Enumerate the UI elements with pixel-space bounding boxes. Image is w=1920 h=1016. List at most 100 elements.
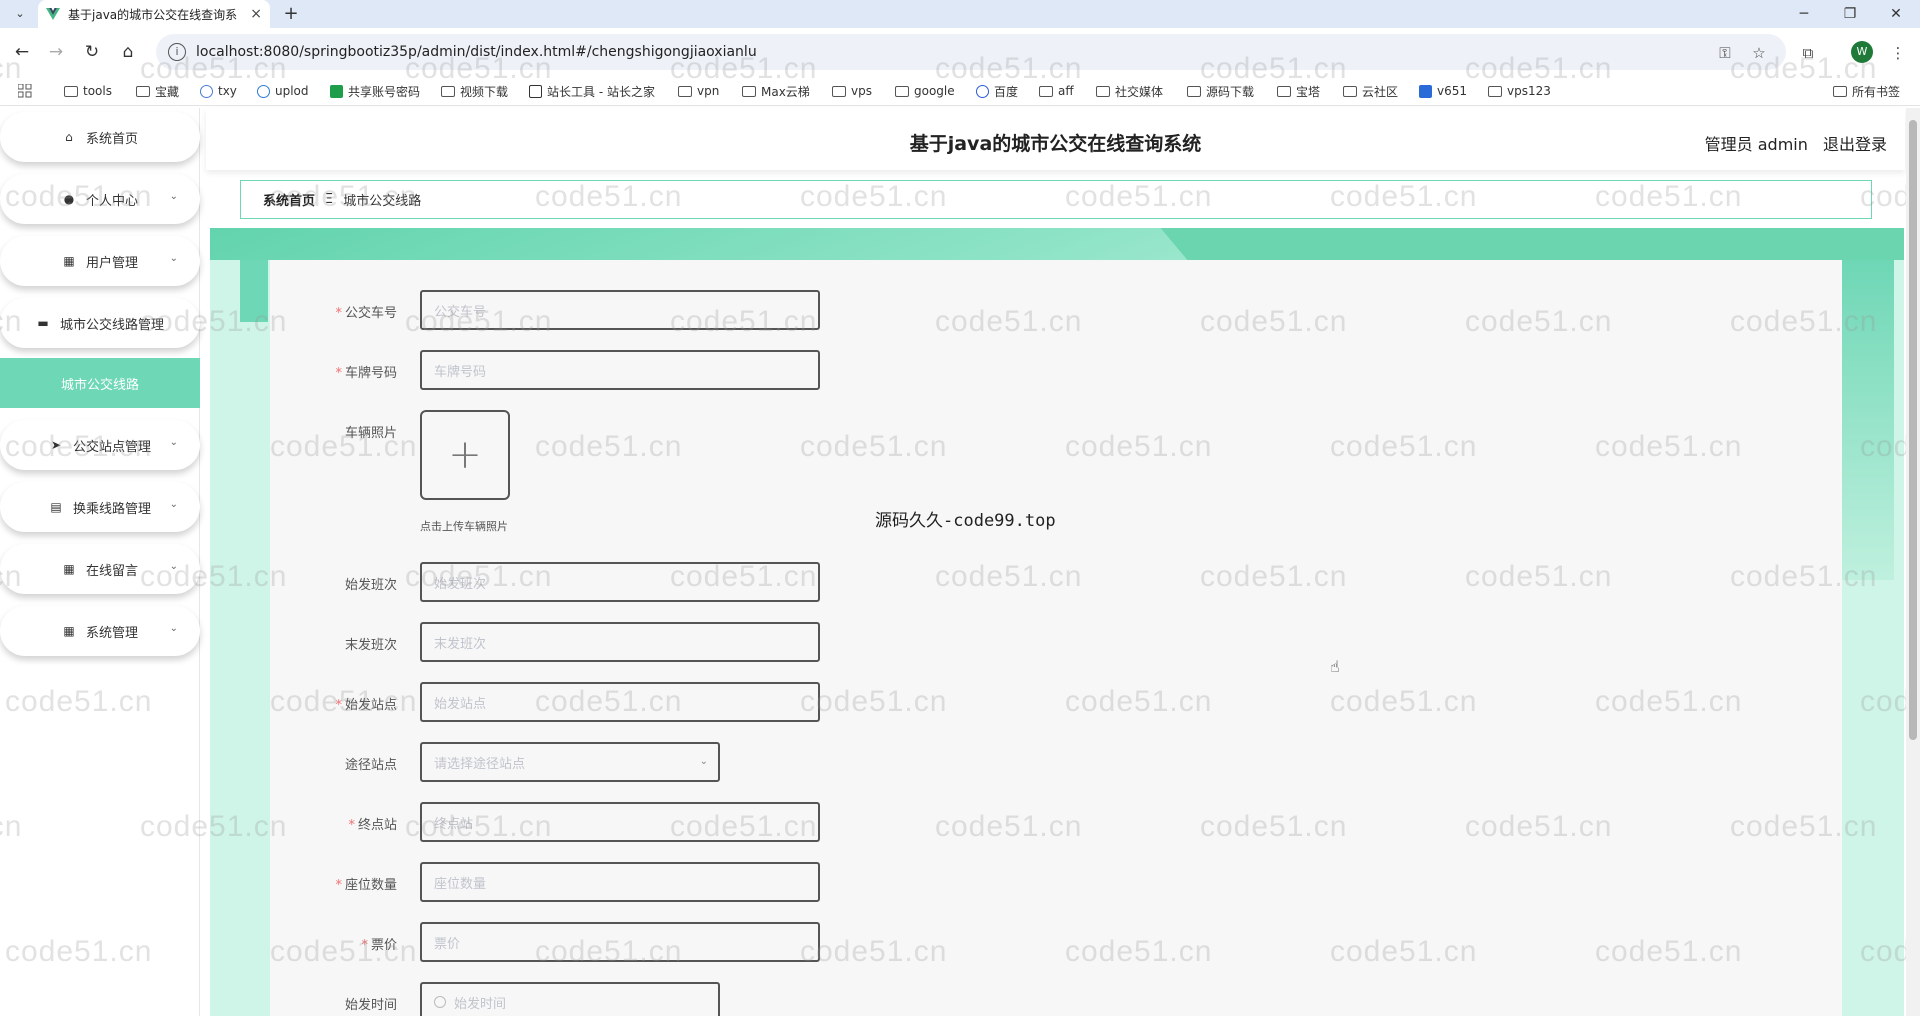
browser-tab[interactable]: 基于java的城市公交在线查询系 × xyxy=(38,0,270,28)
bookmark-item[interactable]: vps xyxy=(832,82,872,100)
bookmark-item[interactable]: uplod xyxy=(257,82,309,100)
page-scrollbar[interactable] xyxy=(1906,108,1920,1016)
key-icon[interactable]: ⚿ xyxy=(1714,42,1736,64)
required-mark: * xyxy=(335,878,342,893)
folder-icon xyxy=(441,85,455,97)
photo-upload-button[interactable]: + xyxy=(420,410,510,500)
start-time-picker[interactable]: 始发时间 xyxy=(420,982,720,1016)
sidebar-item-personal[interactable]: ● 个人中心 ⌄ xyxy=(0,174,200,224)
bookmark-item[interactable]: 视频下载 xyxy=(441,82,508,100)
overlay-text: 源码久久-code99.top xyxy=(875,511,1056,531)
sidebar-item-system[interactable]: ▦ 系统管理 ⌄ xyxy=(0,606,200,656)
breadcrumb-current: 城市公交线路 xyxy=(343,194,422,209)
start-time-label: 始发时间 xyxy=(344,998,397,1013)
browser-chrome: ⌄ 基于java的城市公交在线查询系 × + ─ ❐ ✕ ← → ↻ ⌂ i l… xyxy=(0,0,1920,108)
bookmark-item[interactable]: 站长工具 - 站长之家 xyxy=(529,82,655,100)
form-card: * 公交车号 公交车号 * 车牌号码 车牌号码 车辆照片 + 点击上传车辆照片 始发… xyxy=(270,260,1842,1016)
via-stations-label: 途径站点 xyxy=(344,758,397,773)
bookmark-item[interactable]: txy xyxy=(200,82,237,100)
sidebar-item-stations[interactable]: ➤ 公交站点管理 ⌄ xyxy=(0,420,200,470)
plate-label: * 车牌号码 xyxy=(335,366,397,381)
chevron-down-icon: ⌄ xyxy=(169,623,178,634)
folder-icon xyxy=(742,85,756,97)
bookmark-item[interactable]: 共享账号密码 xyxy=(330,82,420,100)
bus-no-input[interactable]: 公交车号 xyxy=(420,290,820,330)
bookmark-item[interactable]: google xyxy=(895,82,955,100)
form-row-start-station: * 始发站点 始发站点 xyxy=(270,682,970,722)
new-tab-button[interactable]: + xyxy=(280,3,302,25)
tab-search-icon[interactable]: ⌄ xyxy=(8,2,32,24)
sidebar-item-transfer[interactable]: ▤ 换乘线路管理 ⌄ xyxy=(0,482,200,532)
sidebar-item-messages[interactable]: ▦ 在线留言 ⌄ xyxy=(0,544,200,594)
bookmark-item[interactable]: Max云梯 xyxy=(742,82,810,100)
star-icon[interactable]: ☆ xyxy=(1748,42,1770,64)
logout-link[interactable]: 退出登录 xyxy=(1823,135,1887,154)
bookmark-item[interactable]: 源码下载 xyxy=(1187,82,1254,100)
fare-label: * 票价 xyxy=(361,938,397,953)
breadcrumb-home[interactable]: 系统首页 xyxy=(263,190,315,209)
bookmark-item[interactable]: 宝塔 xyxy=(1277,82,1320,100)
baidu-icon xyxy=(976,84,989,98)
forward-icon[interactable]: → xyxy=(42,38,70,66)
cloud-icon xyxy=(200,84,213,98)
tab-strip: ⌄ 基于java的城市公交在线查询系 × + ─ ❐ ✕ xyxy=(0,0,1920,28)
home-browser-icon[interactable]: ⌂ xyxy=(114,38,142,66)
start-station-input[interactable]: 始发站点 xyxy=(420,682,820,722)
form-row-last-shift: 末发班次 末发班次 xyxy=(270,622,970,662)
minimize-icon[interactable]: ─ xyxy=(1781,0,1827,28)
folder-icon xyxy=(1096,85,1110,97)
plate-input[interactable]: 车牌号码 xyxy=(420,350,820,390)
bookmark-item[interactable]: tools xyxy=(64,82,112,100)
sidebar-item-bus-line-management[interactable]: ▬ 城市公交线路管理 xyxy=(0,298,200,348)
required-mark: * xyxy=(335,306,342,321)
user-name: 管理员 admin xyxy=(1704,135,1808,154)
seats-input[interactable]: 座位数量 xyxy=(420,862,820,902)
sidebar-item-bus-line[interactable]: 城市公交线路 xyxy=(0,358,200,408)
all-bookmarks[interactable]: 所有书签 xyxy=(1833,82,1900,100)
bookmark-item[interactable]: 社交媒体 xyxy=(1096,82,1163,100)
reload-icon[interactable]: ↻ xyxy=(78,38,106,66)
fare-input[interactable]: 票价 xyxy=(420,922,820,962)
close-window-icon[interactable]: ✕ xyxy=(1873,0,1919,28)
via-stations-select[interactable]: 请选择途径站点 ⌄ xyxy=(420,742,720,782)
bookmark-item[interactable]: vpn xyxy=(678,82,719,100)
folder-icon xyxy=(64,85,78,97)
briefcase-icon: ▬ xyxy=(37,316,49,330)
tab-title: 基于java的城市公交在线查询系 xyxy=(68,7,238,22)
form-row-bus-no: * 公交车号 公交车号 xyxy=(270,290,970,330)
tool-icon xyxy=(529,84,542,98)
grid-icon: ▦ xyxy=(63,254,75,268)
apps-icon[interactable] xyxy=(18,82,32,100)
site-info-icon[interactable]: i xyxy=(168,43,186,61)
bookmark-item[interactable]: 百度 xyxy=(976,82,1018,100)
extensions-icon[interactable]: ⧉ xyxy=(1797,42,1819,64)
bookmark-item[interactable]: v651 xyxy=(1419,82,1467,100)
bookmark-item[interactable]: vps123 xyxy=(1488,82,1551,100)
bookmark-item[interactable]: 宝藏 xyxy=(136,82,179,100)
bookmark-item[interactable]: 云社区 xyxy=(1343,82,1398,100)
profile-avatar[interactable]: W xyxy=(1851,41,1873,63)
more-menu-icon[interactable]: ⋮ xyxy=(1887,42,1909,64)
top-header: 基于java的城市公交在线查询系统 管理员 admin 退出登录 xyxy=(206,108,1905,170)
photo-label: 车辆照片 xyxy=(344,426,397,441)
bookmarks-bar: tools 宝藏 txy uplod 共享账号密码 视频下载 站长工具 - 站长… xyxy=(0,76,1920,106)
sidebar-item-users[interactable]: ▦ 用户管理 ⌄ xyxy=(0,236,200,286)
required-mark: * xyxy=(335,698,342,713)
folder-icon xyxy=(1833,85,1847,97)
user-icon: ● xyxy=(63,192,75,206)
tab-close-icon[interactable]: × xyxy=(250,6,262,22)
folder-icon xyxy=(678,85,692,97)
back-icon[interactable]: ← xyxy=(8,38,36,66)
bookmark-item[interactable]: aff xyxy=(1039,82,1074,100)
form-row-terminal: * 终点站 终点站 xyxy=(270,802,970,842)
maximize-icon[interactable]: ❐ xyxy=(1827,0,1873,28)
scrollbar-thumb[interactable] xyxy=(1909,120,1917,740)
decor-diagonal xyxy=(1160,228,1904,260)
folder-icon xyxy=(136,85,150,97)
last-shift-input[interactable]: 末发班次 xyxy=(420,622,820,662)
first-shift-input[interactable]: 始发班次 xyxy=(420,562,820,602)
address-bar[interactable]: i localhost:8080/springbootiz35p/admin/d… xyxy=(156,34,1786,70)
url-text: localhost:8080/springbootiz35p/admin/dis… xyxy=(196,44,757,60)
sidebar-item-home[interactable]: ⌂ 系统首页 xyxy=(0,112,200,162)
terminal-input[interactable]: 终点站 xyxy=(420,802,820,842)
